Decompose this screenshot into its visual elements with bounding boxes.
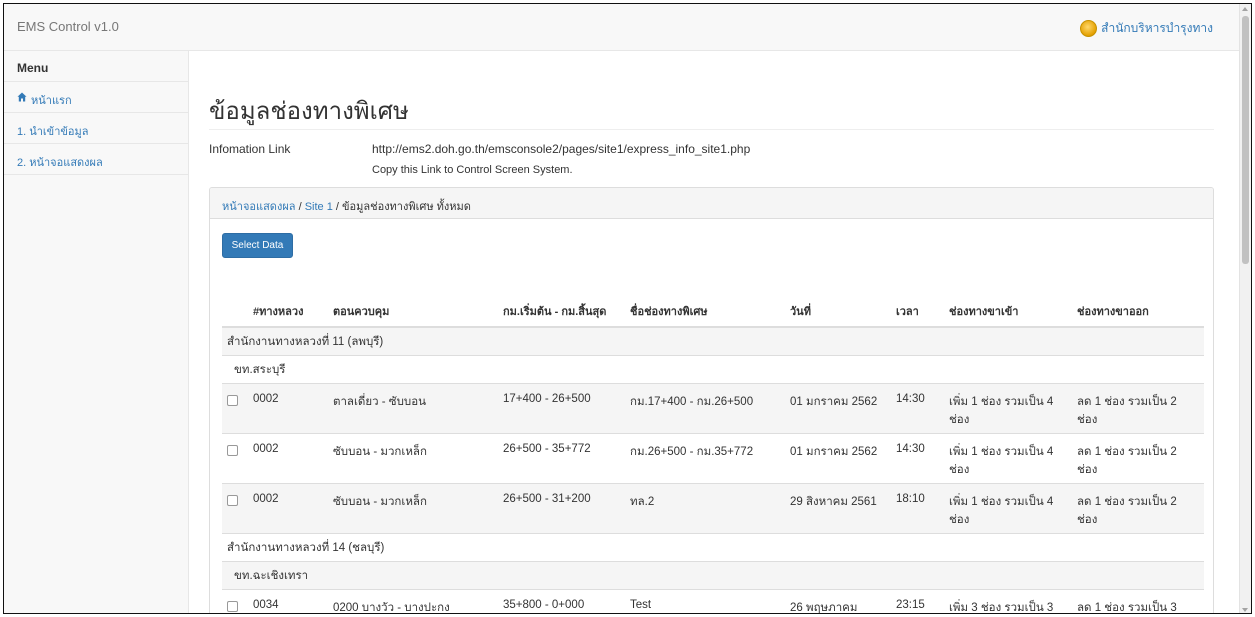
row-checkbox[interactable] xyxy=(227,601,238,612)
cell-inbound: เพิ่ม 1 ช่อง รวมเป็น 4 ช่อง xyxy=(944,383,1072,434)
sidebar-title: Menu xyxy=(4,51,188,82)
home-icon xyxy=(17,92,27,102)
info-link-url[interactable]: http://ems2.doh.go.th/emsconsole2/pages/… xyxy=(372,142,750,156)
sidebar: Menu หน้าแรก 1. นำเข้าข้อมูล 2. หน้าจอแส… xyxy=(4,51,189,613)
cell-inbound: เพิ่ม 1 ช่อง รวมเป็น 4 ช่อง xyxy=(944,433,1072,484)
title-divider xyxy=(209,129,1214,130)
browser-frame: EMS Control v1.0 สำนักบริหารบำรุงทาง Men… xyxy=(3,3,1252,614)
cell-control-section: ซับบอน - มวกเหล็ก xyxy=(328,433,498,484)
sidebar-item-home[interactable]: หน้าแรก xyxy=(4,82,188,113)
cell-km-range: 26+500 - 35+772 xyxy=(498,433,625,484)
column-header-time[interactable]: เวลา xyxy=(891,276,944,328)
scroll-down-arrow-icon[interactable] xyxy=(1242,608,1248,612)
row-checkbox[interactable] xyxy=(227,395,238,406)
breadcrumb-site-link[interactable]: Site 1 xyxy=(305,201,333,213)
cell-highway: 0002 xyxy=(248,383,328,434)
express-lane-table: #ทางหลวง ตอนควบคุม กม.เริ่มต้น - กม.สิ้น… xyxy=(222,276,1204,613)
sidebar-item-display[interactable]: 2. หน้าจอแสดงผล xyxy=(4,144,188,175)
subgroup-label: ขท.สระบุรี xyxy=(222,355,1204,384)
sidebar-item-label: 1. นำเข้าข้อมูล xyxy=(17,126,89,138)
cell-highway: 0002 xyxy=(248,483,328,534)
cell-outbound: ลด 1 ช่อง รวมเป็น 2 ช่อง xyxy=(1072,383,1204,434)
cell-date: 01 มกราคม 2562 xyxy=(785,433,891,484)
app-brand[interactable]: EMS Control v1.0 xyxy=(17,19,119,34)
breadcrumb: หน้าจอแสดงผล / Site 1 / ข้อมูลช่องทางพิเ… xyxy=(210,188,1213,219)
cell-lane-name: ทล.2 xyxy=(625,483,785,534)
row-select-cell xyxy=(222,483,248,534)
row-checkbox[interactable] xyxy=(227,495,238,506)
row-select-cell xyxy=(222,383,248,434)
cell-highway: 0034 xyxy=(248,589,328,613)
info-link-note: Copy this Link to Control Screen System. xyxy=(372,164,573,176)
row-select-cell xyxy=(222,589,248,613)
column-header-outbound[interactable]: ช่องทางขาออก xyxy=(1072,276,1204,328)
data-panel: หน้าจอแสดงผล / Site 1 / ข้อมูลช่องทางพิเ… xyxy=(209,187,1214,613)
cell-km-range: 26+500 - 31+200 xyxy=(498,483,625,534)
table-row: 0002 ตาลเดี่ยว - ซับบอน 17+400 - 26+500 … xyxy=(222,383,1204,434)
subgroup-row: ขท.สระบุรี xyxy=(222,355,1204,384)
group-row: สำนักงานทางหลวงที่ 11 (ลพบุรี) xyxy=(222,326,1204,356)
column-header-select xyxy=(222,276,248,328)
breadcrumb-separator: / xyxy=(295,201,305,213)
column-header-lane-name[interactable]: ชื่อช่องทางพิเศษ xyxy=(625,276,785,328)
cell-date: 01 มกราคม 2562 xyxy=(785,383,891,434)
group-row: สำนักงานทางหลวงที่ 14 (ชลบุรี) xyxy=(222,533,1204,562)
cell-km-range: 17+400 - 26+500 xyxy=(498,383,625,434)
row-checkbox[interactable] xyxy=(227,445,238,456)
cell-outbound: ลด 1 ช่อง รวมเป็น 2 ช่อง xyxy=(1072,483,1204,534)
sidebar-item-label: หน้าแรก xyxy=(31,95,72,107)
user-label[interactable]: สำนักบริหารบำรุงทาง xyxy=(1101,19,1213,38)
breadcrumb-display-link[interactable]: หน้าจอแสดงผล xyxy=(222,201,296,213)
table-row: 0002 ซับบอน - มวกเหล็ก 26+500 - 31+200 ท… xyxy=(222,483,1204,534)
scroll-up-arrow-icon[interactable] xyxy=(1242,7,1248,11)
cell-date: 26 พฤษภาคม 2562 xyxy=(785,589,891,613)
cell-control-section: 0200 บางวัว - บางปะกง xyxy=(328,589,498,613)
sidebar-item-import[interactable]: 1. นำเข้าข้อมูล xyxy=(4,113,188,144)
subgroup-row: ขท.ฉะเชิงเทรา xyxy=(222,561,1204,590)
column-header-inbound[interactable]: ช่องทางขาเข้า xyxy=(944,276,1072,328)
column-header-highway[interactable]: #ทางหลวง xyxy=(248,276,328,328)
table-row: 0002 ซับบอน - มวกเหล็ก 26+500 - 35+772 ก… xyxy=(222,433,1204,484)
top-navbar: EMS Control v1.0 สำนักบริหารบำรุงทาง xyxy=(4,4,1241,51)
cell-km-range: 35+800 - 0+000 xyxy=(498,589,625,613)
select-data-button[interactable]: Select Data xyxy=(222,233,293,258)
breadcrumb-separator: / xyxy=(332,201,342,213)
info-link-label: Infomation Link xyxy=(209,142,291,156)
row-select-cell xyxy=(222,433,248,484)
cell-control-section: ซับบอน - มวกเหล็ก xyxy=(328,483,498,534)
column-header-date[interactable]: วันที่ xyxy=(785,276,891,328)
column-header-control-section[interactable]: ตอนควบคุม xyxy=(328,276,498,328)
subgroup-label: ขท.ฉะเชิงเทรา xyxy=(222,561,1204,590)
cell-outbound: ลด 1 ช่อง รวมเป็น 3 ช่อง xyxy=(1072,589,1204,613)
group-label: สำนักงานทางหลวงที่ 11 (ลพบุรี) xyxy=(222,326,1204,356)
cell-date: 29 สิงหาคม 2561 xyxy=(785,483,891,534)
cell-time: 23:15 xyxy=(891,589,944,613)
cell-inbound: เพิ่ม 3 ช่อง รวมเป็น 3 ช่อง xyxy=(944,589,1072,613)
column-header-km-range[interactable]: กม.เริ่มต้น - กม.สิ้นสุด xyxy=(498,276,625,328)
breadcrumb-current: ข้อมูลช่องทางพิเศษ ทั้งหมด xyxy=(342,201,471,213)
user-menu[interactable]: สำนักบริหารบำรุงทาง xyxy=(1080,19,1213,38)
cell-lane-name: กม.26+500 - กม.35+772 xyxy=(625,433,785,484)
cell-time: 14:30 xyxy=(891,433,944,484)
scrollbar-thumb[interactable] xyxy=(1242,16,1249,264)
cell-lane-name: กม.17+400 - กม.26+500 xyxy=(625,383,785,434)
main-content: ข้อมูลช่องทางพิเศษ Infomation Link http:… xyxy=(189,51,1241,613)
cell-time: 14:30 xyxy=(891,383,944,434)
group-label: สำนักงานทางหลวงที่ 14 (ชลบุรี) xyxy=(222,533,1204,562)
cell-time: 18:10 xyxy=(891,483,944,534)
table-header-row: #ทางหลวง ตอนควบคุม กม.เริ่มต้น - กม.สิ้น… xyxy=(222,276,1204,328)
table-row: 0034 0200 บางวัว - บางปะกง 35+800 - 0+00… xyxy=(222,589,1204,613)
org-logo-icon xyxy=(1080,20,1098,37)
cell-inbound: เพิ่ม 1 ช่อง รวมเป็น 4 ช่อง xyxy=(944,483,1072,534)
sidebar-item-label: 2. หน้าจอแสดงผล xyxy=(17,157,103,169)
cell-outbound: ลด 1 ช่อง รวมเป็น 2 ช่อง xyxy=(1072,433,1204,484)
vertical-scrollbar[interactable] xyxy=(1239,4,1251,613)
cell-control-section: ตาลเดี่ยว - ซับบอน xyxy=(328,383,498,434)
cell-highway: 0002 xyxy=(248,433,328,484)
cell-lane-name: Test xyxy=(625,589,785,613)
page-title: ข้อมูลช่องทางพิเศษ xyxy=(209,98,409,125)
